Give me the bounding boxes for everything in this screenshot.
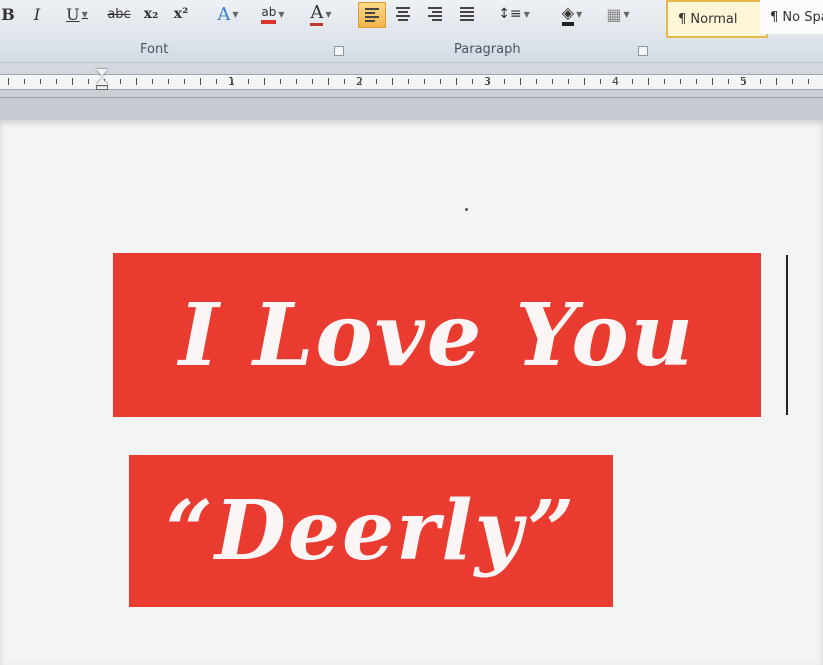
style-normal[interactable]: ¶ Normal (666, 0, 768, 38)
borders-icon: ▦ (606, 4, 622, 24)
line-spacing-icon: ↕≡ (498, 6, 522, 22)
ruler-tick (776, 78, 777, 85)
chevron-down-icon[interactable]: ▼ (576, 10, 582, 19)
ruler-tick (312, 79, 313, 84)
ruler-tick (8, 78, 9, 85)
align-left-button[interactable] (358, 2, 386, 28)
ruler-tick (504, 79, 505, 84)
ruler-tick (648, 78, 649, 85)
bold-button[interactable]: B (0, 0, 16, 28)
align-center-icon (396, 7, 410, 23)
ruler-tick (568, 79, 569, 84)
paragraph-dialog-launcher[interactable] (638, 46, 648, 56)
ruler-tick (632, 79, 633, 84)
chevron-down-icon[interactable]: ▼ (232, 10, 238, 19)
ruler-tick (520, 78, 521, 85)
highlight-color-button[interactable]: ab ▼ (254, 0, 292, 28)
strikethrough-button[interactable]: abc (104, 0, 134, 28)
horizontal-ruler[interactable]: 1 2 3 4 5 (0, 63, 823, 98)
page-margin-area (0, 98, 823, 120)
ruler-tick (56, 79, 57, 84)
banner-text-2: “Deerly” (165, 483, 577, 579)
ruler-tick (264, 78, 265, 85)
text-effects-button[interactable]: A ▼ (210, 0, 246, 28)
paint-bucket-icon: ◈ (561, 3, 575, 26)
underline-button[interactable]: U ▼ (60, 0, 94, 28)
chevron-down-icon[interactable]: ▼ (278, 10, 284, 19)
ruler-tick (88, 79, 89, 84)
italic-button[interactable]: I (28, 0, 46, 28)
ruler-tick (344, 79, 345, 84)
chevron-down-icon[interactable]: ▼ (82, 10, 88, 19)
ruler-tick (424, 79, 425, 84)
banner-line-1[interactable]: I Love You (113, 253, 761, 417)
indent-marker[interactable] (96, 69, 108, 91)
ruler-tick (248, 79, 249, 84)
ruler-tick (552, 79, 553, 84)
chevron-down-icon[interactable]: ▼ (524, 10, 530, 19)
paragraph-group-label: Paragraph (454, 42, 521, 57)
ruler-tick (760, 79, 761, 84)
ruler-tick (232, 79, 233, 84)
ribbon: B I U ▼ abc x₂ x² A ▼ ab ▼ A ▼ ↕≡ ▼ ◈ ▼ ▦ ▼ (0, 0, 823, 63)
ruler-tick (488, 79, 489, 84)
text-cursor (786, 255, 788, 415)
align-right-button[interactable] (422, 2, 448, 26)
ruler-tick (168, 79, 169, 84)
document-page[interactable]: I Love You “Deerly” (0, 120, 823, 665)
shading-button[interactable]: ◈ ▼ (552, 0, 592, 28)
superscript-button[interactable]: x² (170, 0, 192, 28)
ruler-tick (328, 78, 329, 85)
ruler-tick (40, 79, 41, 84)
ruler-tick (408, 79, 409, 84)
font-color-button[interactable]: A ▼ (302, 0, 340, 28)
ruler-tick (72, 78, 73, 85)
ruler-tick (616, 79, 617, 84)
justify-button[interactable] (454, 2, 480, 26)
chevron-down-icon[interactable]: ▼ (623, 10, 629, 19)
ruler-tick (392, 78, 393, 85)
page-speck (465, 208, 468, 211)
borders-button[interactable]: ▦ ▼ (598, 0, 638, 28)
banner-text-1: I Love You (178, 284, 696, 386)
ruler-tick (712, 78, 713, 85)
ruler-tick (376, 79, 377, 84)
ruler-tick (808, 79, 809, 84)
ruler-tick (280, 79, 281, 84)
ruler-tick (200, 78, 201, 85)
align-right-icon (428, 7, 442, 23)
ruler-tick (296, 79, 297, 84)
ruler-tick (216, 79, 217, 84)
subscript-button[interactable]: x₂ (140, 0, 162, 28)
ruler-tick (680, 79, 681, 84)
ruler-tick (184, 79, 185, 84)
ruler-tick (24, 79, 25, 84)
chevron-down-icon[interactable]: ▼ (325, 10, 331, 19)
banner-line-2[interactable]: “Deerly” (129, 455, 613, 607)
ruler-track[interactable]: 1 2 3 4 5 (0, 74, 823, 90)
font-dialog-launcher[interactable] (334, 46, 344, 56)
ruler-tick (744, 79, 745, 84)
align-left-icon (365, 8, 379, 24)
font-group-label: Font (140, 42, 169, 57)
ruler-tick (360, 79, 361, 84)
ruler-tick (696, 79, 697, 84)
ruler-tick (136, 78, 137, 85)
justify-icon (460, 7, 474, 23)
ruler-tick (440, 79, 441, 84)
ruler-tick (728, 79, 729, 84)
ruler-tick (600, 79, 601, 84)
style-no-spacing[interactable]: ¶ No Spa (760, 0, 823, 34)
ruler-tick (792, 79, 793, 84)
ruler-tick (664, 79, 665, 84)
align-center-button[interactable] (390, 2, 416, 26)
ruler-tick (536, 79, 537, 84)
ruler-tick (456, 78, 457, 85)
ruler-tick (472, 79, 473, 84)
ruler-tick (152, 79, 153, 84)
line-spacing-button[interactable]: ↕≡ ▼ (496, 0, 532, 28)
ruler-tick (584, 78, 585, 85)
ruler-tick (120, 79, 121, 84)
